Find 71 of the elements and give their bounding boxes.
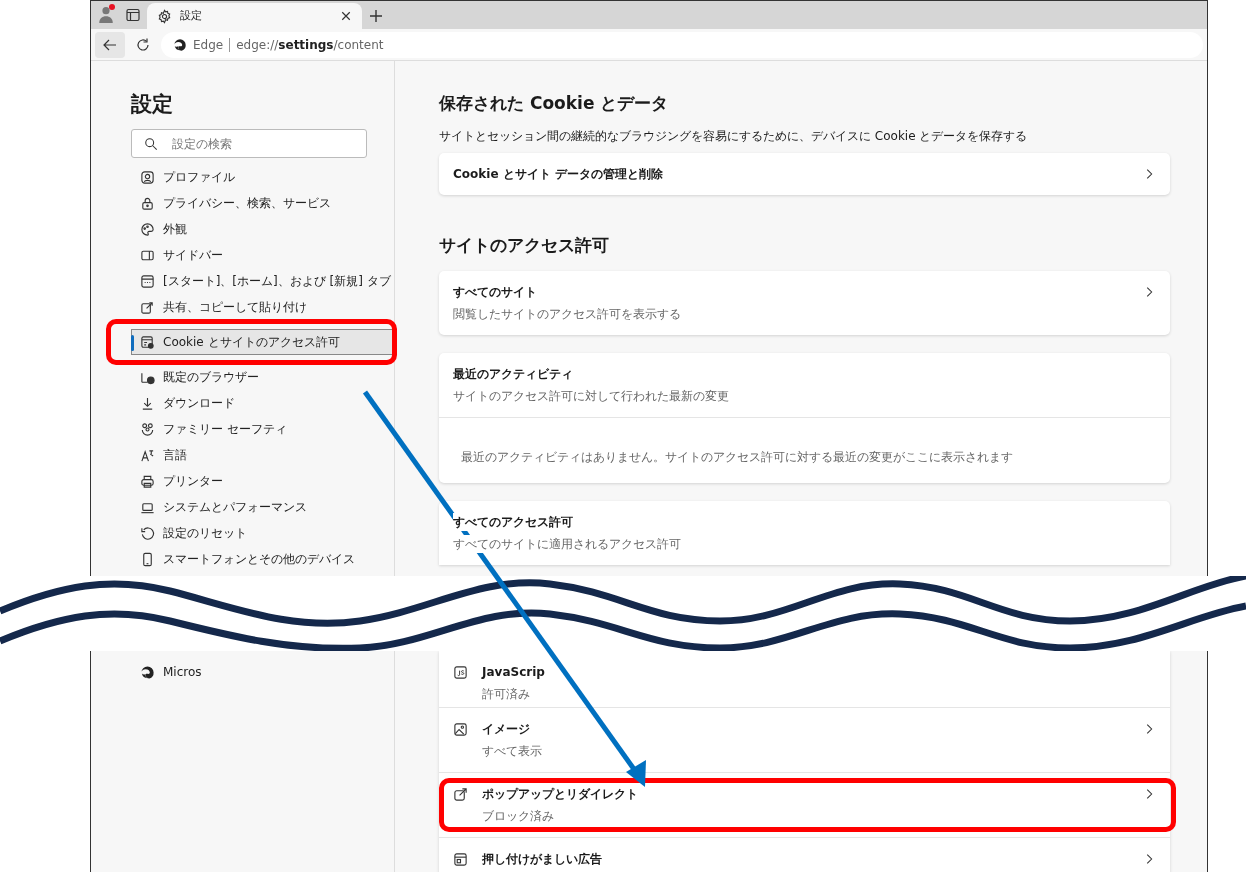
sidebar-item[interactable]: プライバシー、検索、サービス: [131, 190, 394, 216]
download-icon: [140, 395, 155, 411]
section-heading: 保存された Cookie とデータ: [439, 92, 670, 115]
section-heading: サイトのアクセス許可: [439, 234, 610, 257]
selection-indicator: [131, 335, 134, 351]
new-tab-icon[interactable]: [368, 8, 384, 24]
row-title: JavaScrip: [482, 663, 545, 681]
card-subtitle: すべてのサイトに適用されるアクセス許可: [453, 535, 681, 553]
language-icon: [140, 447, 155, 463]
javascript-icon: [453, 665, 468, 680]
card-title: すべてのサイト: [453, 283, 537, 301]
profile-icon: [140, 169, 155, 185]
card-subtitle: 閲覧したサイトのアクセス許可を表示する: [453, 305, 681, 323]
search-icon: [144, 137, 158, 151]
card-subtitle: サイトのアクセス許可に対して行われた最新の変更: [453, 387, 729, 405]
address-bar[interactable]: Edge edge://settings/content: [161, 31, 1203, 58]
permission-row[interactable]: イメージ すべて表示: [439, 708, 1170, 773]
browser-tab[interactable]: 設定: [147, 3, 362, 29]
close-icon[interactable]: [340, 10, 352, 22]
ad-window-icon: [453, 852, 468, 867]
gear-icon: [157, 8, 172, 24]
image-icon: [453, 722, 468, 737]
search-field[interactable]: 設定の検索: [131, 129, 367, 158]
sidebar-item[interactable]: 共有、コピーして貼り付け: [131, 294, 394, 320]
settings-link-card[interactable]: Cookie とサイト データの管理と削除: [439, 153, 1170, 195]
permission-row[interactable]: 押し付けがましい広告: [439, 838, 1170, 872]
settings-link-card[interactable]: すべてのサイト 閲覧したサイトのアクセス許可を表示する: [439, 271, 1170, 335]
sidebar-item[interactable]: システムとパフォーマンス: [131, 494, 394, 520]
browser-brand: Edge: [193, 36, 224, 54]
external-link-icon: [453, 787, 468, 802]
sidebar-title: 設定: [131, 91, 174, 118]
printer-icon: [140, 473, 155, 489]
sidebar-item[interactable]: プリンター: [131, 468, 394, 494]
sidebar-item[interactable]: スマートフォンとその他のデバイス: [131, 546, 394, 572]
back-button[interactable]: [95, 31, 125, 58]
row-title: イメージ: [482, 720, 530, 738]
phone-icon: [140, 551, 155, 567]
sidebar-item[interactable]: 既定のブラウザー: [131, 364, 394, 390]
url-text: edge://settings/content: [236, 36, 384, 54]
sidebar-item[interactable]: [スタート]、[ホーム]、および [新規] タブ: [131, 268, 394, 294]
row-subtitle: 許可済み: [482, 685, 530, 703]
refresh-icon[interactable]: [135, 36, 151, 53]
row-title: ポップアップとリダイレクト: [482, 785, 638, 803]
sidebar-item[interactable]: Cookie とサイトのアクセス許可: [131, 329, 394, 355]
empty-state-message: 最近のアクティビティはありません。サイトのアクセス許可に対する最近の変更がここに表示されます: [461, 450, 1013, 464]
sidebar-item[interactable]: 言語: [131, 442, 394, 468]
sidebar-item[interactable]: 外観: [131, 216, 394, 242]
sidebar-item[interactable]: Micros: [131, 659, 394, 685]
window-icon: [140, 273, 155, 289]
palette-icon: [140, 221, 155, 237]
sidebar-item[interactable]: ダウンロード: [131, 390, 394, 416]
share-icon: [140, 299, 155, 315]
tab-title: 設定: [180, 7, 203, 24]
tab-actions-icon[interactable]: [125, 7, 141, 23]
card-title: すべてのアクセス許可: [453, 513, 573, 531]
row-subtitle: すべて表示: [482, 742, 542, 760]
sidebar-item[interactable]: プロファイル: [131, 164, 394, 190]
sidebar-item[interactable]: ファミリー セーフティ: [131, 416, 394, 442]
card-title: 最近のアクティビティ: [453, 365, 573, 383]
reset-icon: [140, 525, 155, 541]
sidebar-item[interactable]: 設定のリセット: [131, 520, 394, 546]
row-subtitle: ブロック済み: [482, 807, 554, 825]
family-icon: [140, 421, 155, 437]
permission-row[interactable]: JavaScrip 許可済み: [439, 651, 1170, 708]
section-description: サイトとセッション間の継続的なブラウジングを容易にするために、デバイスに Cookie とデータを保存する: [439, 128, 1029, 145]
row-title: 押し付けがましい広告: [482, 850, 602, 868]
lock-icon: [140, 195, 155, 211]
sidebar-item[interactable]: サイドバー: [131, 242, 394, 268]
card-title: Cookie とサイト データの管理と削除: [453, 165, 663, 183]
cookie-icon: [140, 334, 155, 350]
avatar-icon[interactable]: [97, 4, 115, 23]
